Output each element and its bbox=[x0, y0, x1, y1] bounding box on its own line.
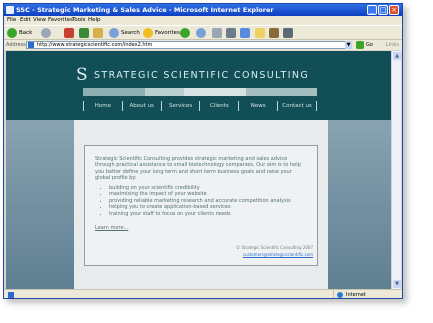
address-label: Address bbox=[6, 42, 26, 48]
nav-about-us[interactable]: About us bbox=[121, 101, 161, 111]
menu-help[interactable]: Help bbox=[88, 16, 101, 25]
page-viewport: S STRATEGIC SCIENTIFIC CONSULTING Home A… bbox=[6, 51, 391, 289]
menu-file[interactable]: File bbox=[7, 16, 16, 25]
folder-icon[interactable] bbox=[255, 28, 265, 38]
email-link[interactable]: customers@strategicscientific.com bbox=[243, 252, 313, 257]
search-icon[interactable] bbox=[109, 28, 119, 38]
security-zone-label: Internet bbox=[346, 292, 366, 298]
list-item: training your staff to focus on your cli… bbox=[109, 211, 308, 217]
favorites-star-icon[interactable] bbox=[143, 28, 153, 38]
header-stripe bbox=[145, 88, 184, 96]
menu-view[interactable]: View bbox=[33, 16, 46, 25]
research-icon[interactable] bbox=[269, 28, 279, 38]
minimize-button[interactable]: _ bbox=[367, 5, 377, 15]
mail-icon[interactable] bbox=[212, 28, 222, 38]
scroll-up-arrow-icon[interactable]: ▲ bbox=[393, 52, 401, 60]
left-sidebar bbox=[6, 120, 74, 289]
address-dropdown-icon[interactable]: ▼ bbox=[345, 41, 352, 49]
main-content: Strategic Scientific Consulting provides… bbox=[74, 120, 328, 289]
scroll-down-arrow-icon[interactable]: ▼ bbox=[393, 280, 401, 288]
header-stripe bbox=[184, 88, 246, 96]
links-button[interactable]: Links bbox=[386, 41, 399, 49]
toolbar: Back Search Favorites bbox=[4, 25, 402, 40]
address-bar: Address http://www.strategicscientific.c… bbox=[4, 40, 402, 50]
ie-icon bbox=[6, 6, 14, 14]
menu-edit[interactable]: Edit bbox=[20, 16, 31, 25]
refresh-icon[interactable] bbox=[79, 28, 89, 38]
intro-box: Strategic Scientific Consulting provides… bbox=[84, 145, 318, 266]
intro-text: Strategic Scientific Consulting provides… bbox=[95, 156, 301, 181]
history-icon[interactable] bbox=[196, 28, 206, 38]
site-name: STRATEGIC SCIENTIFIC CONSULTING bbox=[94, 70, 310, 81]
header-stripe bbox=[83, 88, 145, 96]
window-title: SSC - Strategic Marketing & Sales Advice… bbox=[16, 6, 274, 14]
nav-services[interactable]: Services bbox=[160, 101, 200, 111]
back-button-label[interactable]: Back bbox=[19, 30, 32, 37]
status-bar: Internet bbox=[4, 289, 402, 298]
nav-home[interactable]: Home bbox=[83, 101, 122, 111]
address-url: http://www.strategicscientific.com/index… bbox=[37, 42, 153, 48]
address-input[interactable]: http://www.strategicscientific.com/index… bbox=[26, 41, 352, 49]
favorites-button-label[interactable]: Favorites bbox=[155, 30, 180, 37]
search-button-label[interactable]: Search bbox=[121, 30, 140, 37]
vertical-scrollbar[interactable]: ▲ ▼ bbox=[391, 51, 401, 289]
site-nav: Home About us Services Clients News Cont… bbox=[83, 101, 317, 111]
learn-more-link[interactable]: Learn more... bbox=[95, 225, 128, 231]
status-divider bbox=[333, 290, 334, 298]
menu-tools[interactable]: Tools bbox=[72, 16, 86, 25]
media-icon[interactable] bbox=[180, 28, 190, 38]
messenger-icon[interactable] bbox=[283, 28, 293, 38]
close-button[interactable]: × bbox=[389, 5, 399, 15]
nav-clients[interactable]: Clients bbox=[199, 101, 238, 111]
maximize-button[interactable]: □ bbox=[378, 5, 388, 15]
stop-icon[interactable] bbox=[64, 28, 74, 38]
back-arrow-icon[interactable] bbox=[7, 28, 17, 38]
site-header: S STRATEGIC SCIENTIFIC CONSULTING Home A… bbox=[6, 51, 391, 120]
nav-news[interactable]: News bbox=[238, 101, 277, 111]
site-logo[interactable]: S bbox=[76, 65, 88, 85]
menu-bar: File Edit View Favorites Tools Help bbox=[4, 16, 402, 25]
menu-favorites[interactable]: Favorites bbox=[48, 16, 73, 25]
edit-icon[interactable] bbox=[240, 28, 250, 38]
go-button[interactable]: Go bbox=[366, 41, 373, 49]
go-arrow-icon[interactable] bbox=[356, 41, 364, 49]
home-icon[interactable] bbox=[93, 28, 103, 38]
forward-arrow-icon[interactable] bbox=[41, 28, 51, 38]
title-bar: SSC - Strategic Marketing & Sales Advice… bbox=[4, 4, 402, 16]
right-sidebar bbox=[328, 120, 391, 289]
page-icon bbox=[28, 42, 34, 48]
header-stripe bbox=[246, 88, 317, 96]
benefits-list: building on your scientific credibility … bbox=[103, 185, 308, 217]
browser-window: SSC - Strategic Marketing & Sales Advice… bbox=[3, 3, 403, 299]
page-status-icon bbox=[8, 292, 14, 298]
print-icon[interactable] bbox=[226, 28, 236, 38]
nav-contact-us[interactable]: Contact us bbox=[277, 101, 317, 111]
globe-icon bbox=[337, 292, 343, 298]
copyright-text: © Strategic Scientific Consulting 2007 bbox=[236, 245, 313, 250]
